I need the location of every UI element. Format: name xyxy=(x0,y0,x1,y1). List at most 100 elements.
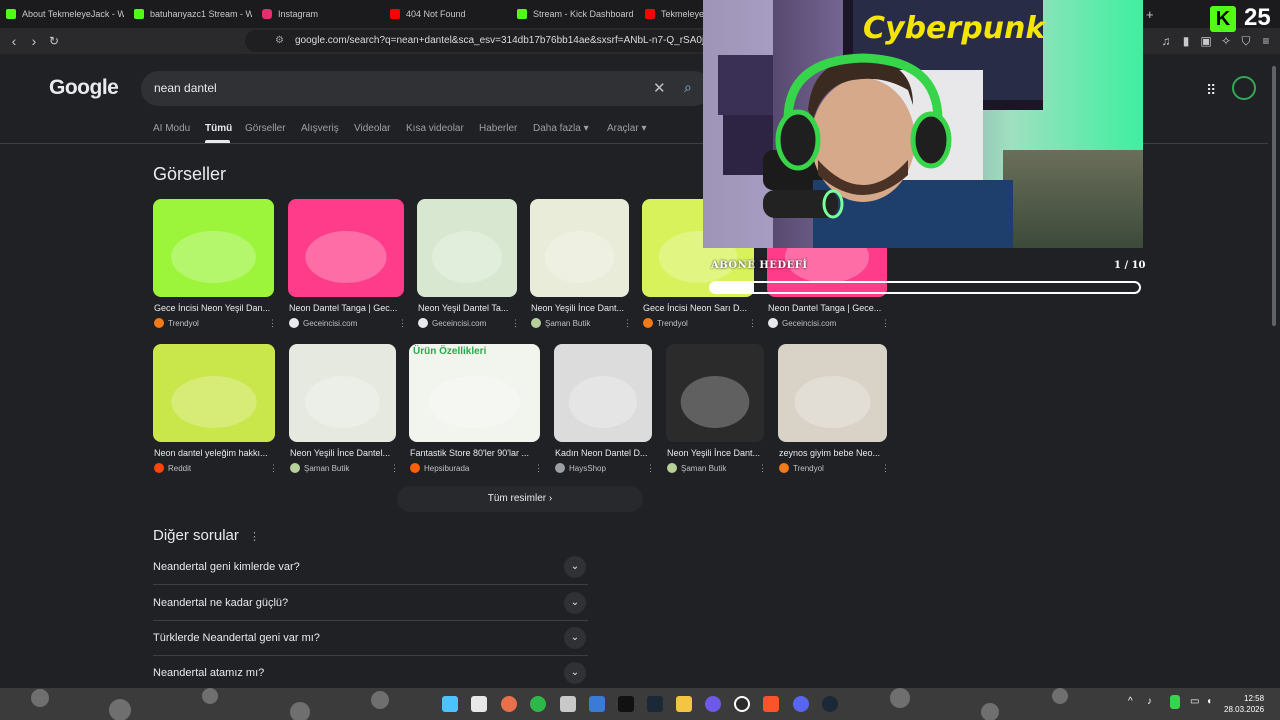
image-result-thumbnail[interactable] xyxy=(409,344,540,442)
more-options-icon[interactable]: ⋮ xyxy=(881,318,890,329)
more-options-icon[interactable]: ⋮ xyxy=(534,463,543,474)
scrollbar-thumb[interactable] xyxy=(1272,66,1276,326)
image-result-source[interactable]: Hepsiburada xyxy=(410,463,469,473)
more-options-icon[interactable]: ⋮ xyxy=(646,463,655,474)
search-input[interactable]: nean dantel ✕ ⌕ xyxy=(141,71,711,106)
xbox-icon[interactable] xyxy=(530,696,546,712)
image-result-caption[interactable]: Neon Dantel Tanga | Gece... xyxy=(768,303,886,313)
steam-icon[interactable] xyxy=(822,696,838,712)
image-result-source[interactable]: Şaman Butik xyxy=(531,318,590,328)
clock[interactable]: 12:58 28.03.2026 xyxy=(1224,693,1264,715)
tray-chevron-icon[interactable]: ^ xyxy=(1128,696,1133,707)
image-result-source[interactable]: Şaman Butik xyxy=(667,463,726,473)
image-result-source[interactable]: HaysShop xyxy=(555,463,606,473)
tab-images[interactable]: Görseller xyxy=(245,123,286,134)
image-result-caption[interactable]: Neon Yeşili İnce Dant... xyxy=(667,448,763,458)
google-logo[interactable]: Google xyxy=(49,76,119,100)
image-result-thumbnail[interactable] xyxy=(288,199,404,297)
media-control-icon[interactable]: ♫ xyxy=(1158,33,1174,49)
more-options-icon[interactable]: ⋮ xyxy=(268,318,277,329)
image-result-thumbnail[interactable] xyxy=(778,344,887,442)
ai-assistant-icon[interactable]: ✧ xyxy=(1218,33,1234,49)
folder-icon[interactable] xyxy=(676,696,692,712)
tab-short-videos[interactable]: Kısa videolar xyxy=(406,123,464,134)
browser-tab[interactable]: Stream - Kick Dashboard xyxy=(517,3,635,25)
image-result-source[interactable]: Reddit xyxy=(154,463,191,473)
image-result-caption[interactable]: zeynos giyim bebe Neo... xyxy=(779,448,886,458)
file-app-icon[interactable] xyxy=(471,696,487,712)
chevron-down-icon[interactable]: ⌄ xyxy=(564,592,586,614)
image-result-caption[interactable]: Gece İncisi Neon Sarı D... xyxy=(643,303,753,313)
avatar[interactable] xyxy=(1232,76,1256,100)
page-scrollbar[interactable] xyxy=(1271,56,1277,688)
app-icon[interactable] xyxy=(501,696,517,712)
google-apps-icon[interactable]: ⠿ xyxy=(1206,82,1216,99)
network-icon[interactable]: ▭ xyxy=(1190,696,1199,707)
speaker-icon[interactable]: ◖ xyxy=(1206,696,1212,707)
new-tab-button[interactable]: + xyxy=(1146,3,1160,25)
image-result-source[interactable]: Trendyol xyxy=(779,463,824,473)
tab-news[interactable]: Haberler xyxy=(479,123,517,134)
chevron-down-icon[interactable]: ⌄ xyxy=(564,662,586,684)
image-result-thumbnail[interactable] xyxy=(554,344,652,442)
brave-browser-icon[interactable] xyxy=(763,696,779,712)
image-result-thumbnail[interactable] xyxy=(530,199,629,297)
image-result-caption[interactable]: Fantastik Store 80'ler 90'lar ... xyxy=(410,448,539,458)
chevron-down-icon[interactable]: ⌄ xyxy=(564,556,586,578)
image-result-thumbnail[interactable] xyxy=(417,199,517,297)
discord-icon[interactable] xyxy=(793,696,809,712)
image-result-thumbnail[interactable] xyxy=(289,344,396,442)
image-result-thumbnail[interactable] xyxy=(153,199,274,297)
browser-tab[interactable]: TekmeleyeJa xyxy=(645,3,703,25)
more-options-icon[interactable]: ⋮ xyxy=(758,463,767,474)
menu-icon[interactable]: ≡ xyxy=(1258,33,1274,49)
all-images-button[interactable]: Tüm resimler › xyxy=(397,486,643,512)
more-options-icon[interactable]: ⋮ xyxy=(269,463,278,474)
paa-question[interactable]: Neandertal geni kimlerde var? ⌄ xyxy=(153,550,588,585)
image-result-source[interactable]: Trendyol xyxy=(154,318,199,328)
app-icon[interactable] xyxy=(560,696,576,712)
clear-icon[interactable]: ✕ xyxy=(653,79,666,97)
app-tray-icon[interactable] xyxy=(1170,695,1180,709)
more-options-icon[interactable]: ⋮ xyxy=(748,318,757,329)
image-result-caption[interactable]: Gece İncisi Neon Yeşil Dan... xyxy=(154,303,273,313)
image-result-caption[interactable]: Neon dantel yeleğim hakkı... xyxy=(154,448,274,458)
app-icon[interactable] xyxy=(589,696,605,712)
tab-shopping[interactable]: Alışveriş xyxy=(301,123,339,134)
tab-ai-mode[interactable]: AI Modu xyxy=(153,123,190,134)
app-icon[interactable] xyxy=(705,696,721,712)
tab-tools[interactable]: Araçlar ▾ xyxy=(607,123,646,134)
more-options-icon[interactable]: ⋮ xyxy=(249,531,260,543)
image-result-caption[interactable]: Kadın Neon Dantel D... xyxy=(555,448,651,458)
image-result-caption[interactable]: Neon Yeşili İnce Dantel... xyxy=(290,448,395,458)
paa-question[interactable]: Neandertal atamız mı? ⌄ xyxy=(153,656,588,691)
volume-icon[interactable]: ♪ xyxy=(1147,696,1152,707)
paa-question[interactable]: Neandertal ne kadar güçlü? ⌄ xyxy=(153,586,588,621)
steam-icon[interactable] xyxy=(647,696,663,712)
tab-videos[interactable]: Videolar xyxy=(354,123,391,134)
sidebar-icon[interactable]: ▮ xyxy=(1178,33,1194,49)
address-bar[interactable]: ⚙ google.com/search?q=nean+dantel&sca_es… xyxy=(245,30,715,52)
epic-games-icon[interactable] xyxy=(618,696,634,712)
browser-tab[interactable]: About TekmeleyeJack - W xyxy=(6,3,124,25)
site-info-icon[interactable]: ⚙ xyxy=(275,30,284,52)
image-result-caption[interactable]: Neon Yeşil Dantel Ta... xyxy=(418,303,516,313)
wallet-icon[interactable]: ▣ xyxy=(1198,33,1214,49)
more-options-icon[interactable]: ⋮ xyxy=(398,318,407,329)
more-options-icon[interactable]: ⋮ xyxy=(881,463,890,474)
reload-button[interactable]: ↻ xyxy=(44,31,64,51)
search-icon[interactable]: ⌕ xyxy=(684,79,692,96)
obs-icon[interactable] xyxy=(734,696,750,712)
shield-icon[interactable]: ⛉ xyxy=(1238,33,1254,49)
image-result-caption[interactable]: Neon Yeşili İnce Dant... xyxy=(531,303,628,313)
chevron-down-icon[interactable]: ⌄ xyxy=(564,627,586,649)
windows-start-icon[interactable] xyxy=(442,696,458,712)
tab-more[interactable]: Daha fazla ▾ xyxy=(533,123,589,134)
image-result-source[interactable]: Şaman Butik xyxy=(290,463,349,473)
image-result-thumbnail[interactable] xyxy=(153,344,275,442)
browser-tab[interactable]: 404 Not Found xyxy=(390,3,508,25)
more-options-icon[interactable]: ⋮ xyxy=(623,318,632,329)
image-result-thumbnail[interactable] xyxy=(666,344,764,442)
forward-button[interactable]: › xyxy=(24,31,44,51)
paa-question[interactable]: Türklerde Neandertal geni var mı? ⌄ xyxy=(153,621,588,656)
